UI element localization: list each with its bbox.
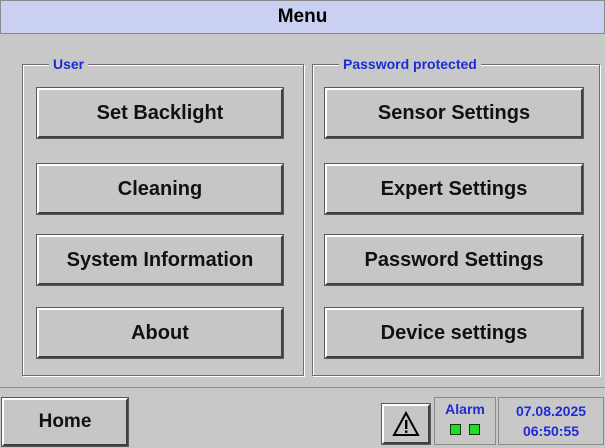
title-bar: Menu xyxy=(0,0,605,34)
set-backlight-button[interactable]: Set Backlight xyxy=(36,87,284,139)
status-led-icon xyxy=(469,424,480,435)
status-led-icon xyxy=(450,424,461,435)
user-group-legend: User xyxy=(49,55,89,73)
alarm-label: Alarm xyxy=(445,401,485,417)
password-settings-button[interactable]: Password Settings xyxy=(324,234,584,286)
system-information-button[interactable]: System Information xyxy=(36,234,284,286)
alarm-leds xyxy=(450,424,480,435)
password-protected-legend: Password protected xyxy=(339,55,481,73)
cleaning-button[interactable]: Cleaning xyxy=(36,163,284,215)
page-title: Menu xyxy=(277,6,328,27)
home-button[interactable]: Home xyxy=(1,397,129,447)
warning-button[interactable] xyxy=(381,403,431,445)
sensor-settings-button[interactable]: Sensor Settings xyxy=(324,87,584,139)
device-settings-button[interactable]: Device settings xyxy=(324,307,584,359)
password-protected-group: Password protected Sensor Settings Exper… xyxy=(312,55,600,376)
warning-triangle-icon xyxy=(392,411,420,436)
about-button[interactable]: About xyxy=(36,307,284,359)
user-group: User Set Backlight Cleaning System Infor… xyxy=(22,55,304,376)
datetime-display: 07.08.2025 06:50:55 xyxy=(498,397,604,445)
alarm-indicator: Alarm xyxy=(434,397,496,445)
date-text: 07.08.2025 xyxy=(515,403,587,419)
time-text: 06:50:55 xyxy=(522,423,580,439)
expert-settings-button[interactable]: Expert Settings xyxy=(324,163,584,215)
